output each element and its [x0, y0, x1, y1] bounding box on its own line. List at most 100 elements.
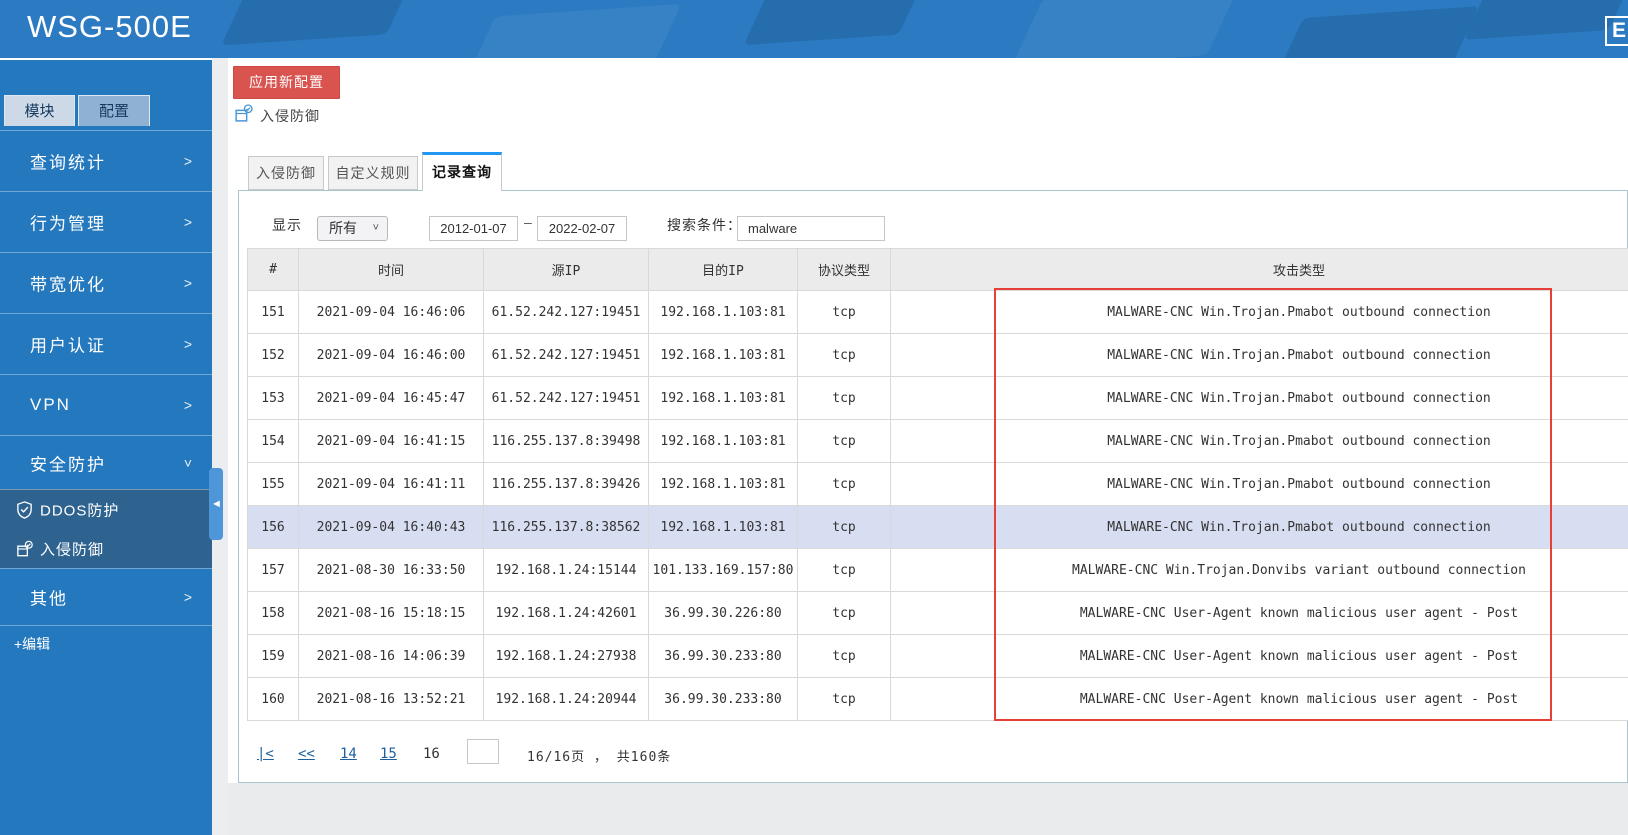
- cell-attack-type: MALWARE-CNC Win.Trojan.Pmabot outbound c…: [890, 419, 1628, 463]
- sidebar-gutter: [212, 58, 228, 835]
- header: WSG-500E E: [0, 0, 1628, 58]
- sidebar-item-security[interactable]: 安全防护 ˅: [0, 435, 212, 489]
- cell-index: 153: [247, 376, 299, 420]
- tab-intrusion-defense[interactable]: 入侵防御: [248, 156, 324, 190]
- cell-dest-ip: 192.168.1.103:81: [648, 333, 798, 377]
- breadcrumb: 入侵防御: [260, 108, 320, 124]
- table-row[interactable]: 151 2021-09-04 16:46:06 61.52.242.127:1945…: [247, 290, 1628, 334]
- date-from-input[interactable]: [429, 216, 518, 241]
- sidebar-item-intrusion-defense[interactable]: 入侵防御: [0, 529, 212, 568]
- search-label: 搜索条件：: [667, 217, 742, 233]
- cell-time: 2021-08-16 13:52:21: [298, 677, 484, 721]
- edit-menu-link[interactable]: +编辑: [14, 634, 50, 654]
- cell-protocol: tcp: [797, 677, 891, 721]
- pagination-jump-input[interactable]: [467, 739, 499, 764]
- sidebar-item-bandwidth[interactable]: 带宽优化 >: [0, 252, 212, 313]
- table-row[interactable]: 157 2021-08-30 16:33:50 192.168.1.24:15144…: [247, 548, 1628, 592]
- chevron-right-icon: >: [183, 397, 192, 413]
- cell-time: 2021-09-04 16:46:00: [298, 333, 484, 377]
- sidebar-item-label: 其他: [30, 589, 68, 609]
- sidebar-item-ddos[interactable]: DDOS防护: [0, 490, 212, 529]
- chevron-right-icon: >: [183, 214, 192, 230]
- sidebar-item-behavior-mgmt[interactable]: 行为管理 >: [0, 191, 212, 252]
- col-header-dest-ip: 目的IP: [648, 248, 798, 291]
- keyboard-decor: [1270, 6, 1480, 58]
- sidebar-item-label: 查询统计: [30, 153, 106, 173]
- cell-dest-ip: 101.133.169.157:80: [648, 548, 798, 592]
- tab-record-query[interactable]: 记录查询: [422, 152, 502, 191]
- pagination-page-15[interactable]: 15: [380, 746, 397, 762]
- intrusion-defense-icon: [233, 103, 254, 124]
- tab-config[interactable]: 配置: [78, 95, 150, 126]
- cell-time: 2021-09-04 16:40:43: [298, 505, 484, 549]
- chevron-right-icon: >: [183, 275, 192, 291]
- col-header-time: 时间: [298, 248, 484, 291]
- cell-protocol: tcp: [797, 591, 891, 635]
- cell-source-ip: 61.52.242.127:19451: [483, 376, 649, 420]
- display-label: 显示: [272, 217, 302, 233]
- cell-protocol: tcp: [797, 333, 891, 377]
- security-submenu: DDOS防护 入侵防御: [0, 489, 212, 568]
- sidebar-mode-tabs: 模块 配置: [4, 95, 150, 126]
- col-header-source-ip: 源IP: [483, 248, 649, 291]
- cell-time: 2021-09-04 16:41:15: [298, 419, 484, 463]
- keyboard-decor: [458, 3, 682, 58]
- cell-protocol: tcp: [797, 419, 891, 463]
- cell-attack-type: MALWARE-CNC Win.Trojan.Pmabot outbound c…: [890, 462, 1628, 506]
- cell-protocol: tcp: [797, 634, 891, 678]
- tab-custom-rules[interactable]: 自定义规则: [328, 156, 418, 190]
- cell-protocol: tcp: [797, 462, 891, 506]
- table-row[interactable]: 160 2021-08-16 13:52:21 192.168.1.24:20944…: [247, 677, 1628, 721]
- cell-time: 2021-08-16 15:18:15: [298, 591, 484, 635]
- sidebar-item-query-stats[interactable]: 查询统计 >: [0, 130, 212, 191]
- cell-attack-type: MALWARE-CNC Win.Trojan.Donvibs variant o…: [890, 548, 1628, 592]
- sidebar-item-label: 带宽优化: [30, 275, 106, 295]
- sidebar-item-label: 用户认证: [30, 336, 106, 356]
- cell-dest-ip: 192.168.1.103:81: [648, 290, 798, 334]
- cell-dest-ip: 192.168.1.103:81: [648, 505, 798, 549]
- sidebar-item-vpn[interactable]: VPN >: [0, 374, 212, 435]
- apply-new-config-button[interactable]: 应用新配置: [233, 66, 340, 99]
- date-range-separator: –: [524, 214, 532, 230]
- cell-index: 152: [247, 333, 299, 377]
- sidebar-collapse-handle[interactable]: ◄: [209, 468, 223, 540]
- search-input[interactable]: [737, 216, 885, 241]
- pagination-current-page: 16: [423, 746, 440, 762]
- pagination-first-button[interactable]: |<: [257, 746, 274, 762]
- sidebar-item-user-auth[interactable]: 用户认证 >: [0, 313, 212, 374]
- pagination-summary: 16/16页 ， 共160条: [527, 750, 672, 765]
- chevron-right-icon: >: [183, 589, 192, 605]
- table-row[interactable]: 155 2021-09-04 16:41:11 116.255.137.8:3942…: [247, 462, 1628, 506]
- intrusion-defense-icon: [15, 539, 34, 558]
- cell-attack-type: MALWARE-CNC Win.Trojan.Pmabot outbound c…: [890, 376, 1628, 420]
- table-row[interactable]: 152 2021-09-04 16:46:00 61.52.242.127:1945…: [247, 333, 1628, 377]
- date-to-input[interactable]: [537, 216, 627, 241]
- sidebar-item-label: DDOS防护: [40, 502, 120, 519]
- table-row[interactable]: 159 2021-08-16 14:06:39 192.168.1.24:27938…: [247, 634, 1628, 678]
- pagination-page-14[interactable]: 14: [340, 746, 357, 762]
- cell-index: 155: [247, 462, 299, 506]
- cell-index: 156: [247, 505, 299, 549]
- cell-source-ip: 116.255.137.8:38562: [483, 505, 649, 549]
- sidebar-item-other[interactable]: 其他 >: [0, 568, 212, 625]
- cell-attack-type: MALWARE-CNC User-Agent known malicious u…: [890, 634, 1628, 678]
- cell-source-ip: 192.168.1.24:27938: [483, 634, 649, 678]
- page-bottom-strip: [228, 783, 1628, 835]
- display-filter-select[interactable]: 所有 ˅: [317, 216, 388, 241]
- cell-dest-ip: 36.99.30.233:80: [648, 634, 798, 678]
- keyboard-decor: [1010, 0, 1240, 58]
- table-row-selected[interactable]: 156 2021-09-04 16:40:43 116.255.137.8:3856…: [247, 505, 1628, 549]
- cell-attack-type: MALWARE-CNC Win.Trojan.Pmabot outbound c…: [890, 505, 1628, 549]
- cell-index: 151: [247, 290, 299, 334]
- language-badge[interactable]: E: [1605, 16, 1628, 46]
- table-row[interactable]: 153 2021-09-04 16:45:47 61.52.242.127:1945…: [247, 376, 1628, 420]
- table-row[interactable]: 158 2021-08-16 15:18:15 192.168.1.24:42601…: [247, 591, 1628, 635]
- cell-dest-ip: 192.168.1.103:81: [648, 419, 798, 463]
- tab-modules[interactable]: 模块: [4, 95, 75, 126]
- table-row[interactable]: 154 2021-09-04 16:41:15 116.255.137.8:3949…: [247, 419, 1628, 463]
- display-filter-value: 所有: [329, 220, 357, 236]
- pagination-prev-button[interactable]: <<: [298, 746, 315, 762]
- cell-attack-type: MALWARE-CNC Win.Trojan.Pmabot outbound c…: [890, 290, 1628, 334]
- divider: [0, 625, 212, 626]
- app-logo: WSG-500E: [27, 9, 192, 44]
